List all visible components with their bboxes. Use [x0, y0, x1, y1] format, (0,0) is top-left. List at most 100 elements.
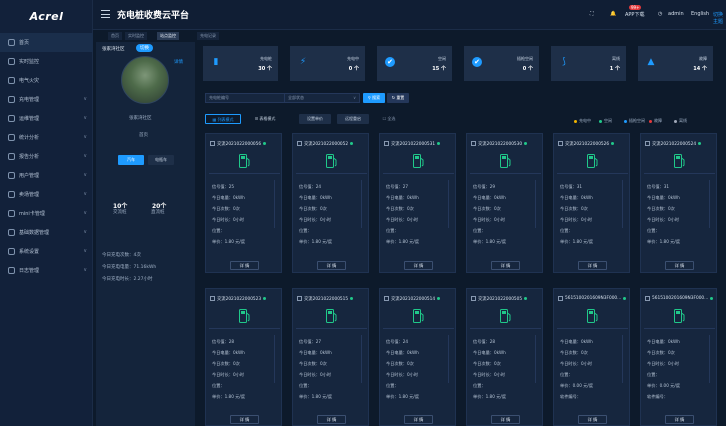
sidebar-item-0[interactable]: 首页: [0, 33, 93, 52]
set-price-button[interactable]: 设置单价: [299, 114, 331, 124]
table-mode-button[interactable]: ☰ 表格模式: [247, 114, 283, 124]
card-info-line: 位置：: [212, 228, 225, 233]
summary-tile: ▮ 充电桩 30 个: [203, 46, 278, 81]
ebike-button[interactable]: 电瓶车: [148, 155, 174, 165]
card-info-line: 今日时长：0小时: [647, 361, 679, 366]
checkbox-icon[interactable]: [471, 141, 476, 146]
charger-pump-icon: [587, 309, 598, 323]
checkbox-icon[interactable]: [297, 296, 302, 301]
card-vertical-divider: [274, 180, 275, 228]
sidebar-item-8[interactable]: 卖场管理 ∨: [0, 185, 93, 204]
sidebar-item-10[interactable]: 基础数据管理 ∨: [0, 223, 93, 242]
reset-button[interactable]: ↻ 重置: [387, 93, 409, 103]
checkbox-icon[interactable]: [645, 296, 650, 301]
summary-value: 30 个: [258, 66, 272, 72]
charger-card[interactable]: 交流2021022000056 信号值：25 今日电量：0kWh 今日次数：0次 今日时…: [205, 133, 282, 273]
station-name: 张家湾社区: [102, 47, 125, 52]
checkbox-icon[interactable]: [558, 141, 563, 146]
card-title: 交流2021022000515: [304, 296, 349, 302]
detail-button[interactable]: 详 情: [404, 415, 433, 424]
sidebar-item-11[interactable]: 系统设置 ∨: [0, 242, 93, 261]
status-select[interactable]: 全部状态: [284, 93, 360, 103]
card-vertical-divider: [361, 335, 362, 383]
username[interactable]: admin: [668, 11, 684, 17]
card-divider: [557, 328, 628, 329]
list-mode-button[interactable]: ▦ 列表模式: [205, 114, 241, 124]
card-info-line: 位置：: [473, 228, 486, 233]
sidebar-item-2[interactable]: 电气火灾: [0, 71, 93, 90]
bar-chart-icon: [8, 134, 15, 141]
fullscreen-icon[interactable]: ⛶: [590, 11, 594, 17]
sidebar-item-5[interactable]: 统计分析 ∨: [0, 128, 93, 147]
menu-toggle-icon[interactable]: [101, 10, 110, 18]
charger-card[interactable]: 交流2021022000052 信号值：24 今日电量：0kWh 今日次数：0次 今日时…: [292, 133, 369, 273]
sidebar-item-1[interactable]: 实时监控: [0, 52, 93, 71]
detail-button[interactable]: 详 情: [491, 415, 520, 424]
search-button[interactable]: ⚲ 搜索: [363, 93, 385, 103]
detail-button[interactable]: 详 情: [578, 261, 607, 270]
checkbox-icon[interactable]: [471, 296, 476, 301]
sidebar-item-12[interactable]: 日志管理 ∨: [0, 261, 93, 280]
card-info-line: 今日次数：0次: [299, 361, 327, 366]
summary-label: 充电中: [347, 56, 359, 61]
sidebar-item-6[interactable]: 报告分析 ∨: [0, 147, 93, 166]
tab-charge-record[interactable]: 充电记录: [197, 32, 219, 40]
checkbox-icon[interactable]: [297, 141, 302, 146]
checkbox-icon[interactable]: [210, 141, 215, 146]
card-title: 5615100201609N3F000...: [652, 296, 709, 301]
charger-card[interactable]: 交流2021022000505 信号值：28 今日电量：0kWh 今日次数：0次 今日时…: [466, 288, 543, 426]
detail-button[interactable]: 详 情: [317, 261, 346, 270]
station-switch-button[interactable]: 切换: [136, 44, 153, 52]
checkbox-icon[interactable]: [384, 141, 389, 146]
sidebar-item-label: 运维管理: [19, 116, 40, 122]
car-button[interactable]: 汽车: [118, 155, 144, 165]
charger-card[interactable]: 5615100201609N3F000... 今日电量：0kWh 今日次数：0次 今日…: [640, 288, 717, 426]
sidebar-item-label: 实时监控: [19, 59, 40, 65]
sidebar-item-label: 统计分析: [19, 135, 40, 141]
detail-button[interactable]: 详 情: [665, 415, 694, 424]
sidebar-item-4[interactable]: 运维管理 ∨: [0, 109, 93, 128]
tab-station-monitor[interactable]: 站点监控: [157, 32, 179, 40]
detail-button[interactable]: 详 情: [491, 261, 520, 270]
charger-card[interactable]: 交流2021022000514 信号值：24 今日电量：0kWh 今日次数：0次 今日时…: [379, 288, 456, 426]
charger-card[interactable]: 交流2021022000531 信号值：27 今日电量：0kWh 今日次数：0次 今日时…: [379, 133, 456, 273]
card-header: 交流2021022000523: [210, 294, 279, 303]
remote-restart-button[interactable]: 远程重启: [337, 114, 369, 124]
tab-home[interactable]: 首页: [108, 32, 122, 40]
sidebar-item-9[interactable]: mini卡管理 ∨: [0, 204, 93, 223]
charger-card[interactable]: 5615100201609N3F000... 今日电量：0kWh 今日次数：0次 今日…: [553, 288, 630, 426]
detail-button[interactable]: 详 情: [230, 415, 259, 424]
charger-card[interactable]: 交流2021022000530 信号值：29 今日电量：0kWh 今日次数：0次 今日时…: [466, 133, 543, 273]
sidebar-item-7[interactable]: 用户管理 ∨: [0, 166, 93, 185]
charger-number-input[interactable]: 充电桩编号: [205, 93, 287, 103]
sidebar-item-label: 报告分析: [19, 154, 40, 160]
card-title: 5615100201609N3F000...: [565, 296, 622, 301]
card-info-line: 信号值：24: [386, 339, 409, 344]
card-info-line: 今日时长：0小时: [386, 217, 418, 222]
tab-realtime[interactable]: 实时监控: [125, 32, 147, 40]
card-info-line: 今日次数：0次: [299, 206, 327, 211]
charger-card[interactable]: 交流2021022000526 信号值：31 今日电量：0kWh 今日次数：0次 今日时…: [553, 133, 630, 273]
checkbox-icon[interactable]: [384, 296, 389, 301]
theme-switch[interactable]: 切换主题: [713, 11, 726, 25]
select-all-checkbox[interactable]: ☐ 全选: [377, 114, 401, 124]
app-download-link[interactable]: APP下载: [625, 11, 644, 18]
checkbox-icon[interactable]: [645, 141, 650, 146]
bell-icon[interactable]: 🔔: [610, 11, 616, 17]
charger-card[interactable]: 交流2021022000523 信号值：28 今日电量：0kWh 今日次数：0次 今日时…: [205, 288, 282, 426]
detail-button[interactable]: 详 情: [665, 261, 694, 270]
sidebar-item-3[interactable]: 充电管理 ∨: [0, 90, 93, 109]
detail-button[interactable]: 详 情: [404, 261, 433, 270]
station-detail-link[interactable]: 详情: [174, 59, 183, 65]
checkbox-icon[interactable]: [210, 296, 215, 301]
charger-card[interactable]: 交流2021022000524 信号值：31 今日电量：0kWh 今日次数：0次 今日时…: [640, 133, 717, 273]
detail-button[interactable]: 详 情: [230, 261, 259, 270]
charger-card[interactable]: 交流2021022000515 信号值：27 今日电量：0kWh 今日次数：0次 今日时…: [292, 288, 369, 426]
summary-tile: ▲ 故障 14 个: [638, 46, 713, 81]
detail-button[interactable]: 详 情: [578, 415, 607, 424]
card-info-line: 位置：: [212, 383, 225, 388]
checkbox-icon[interactable]: [558, 296, 563, 301]
card-divider: [644, 328, 715, 329]
detail-button[interactable]: 详 情: [317, 415, 346, 424]
language-switch[interactable]: English: [691, 11, 709, 17]
